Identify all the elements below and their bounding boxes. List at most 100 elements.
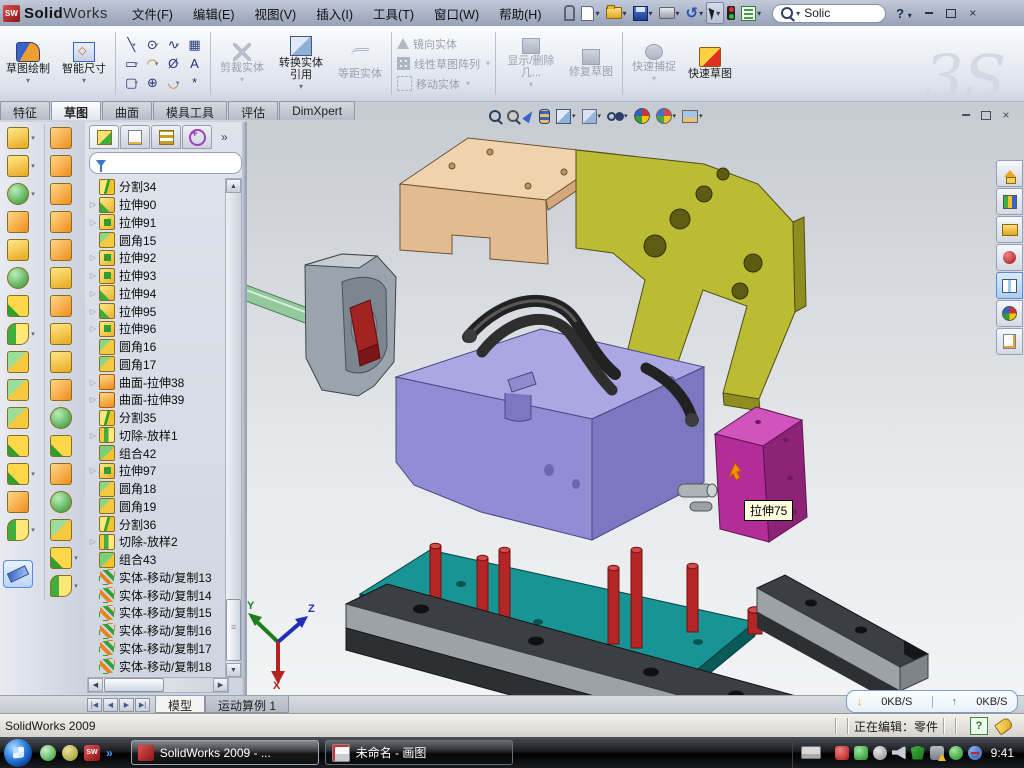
feature-tree-item[interactable]: ▷ 实体-移动/复制16 (87, 622, 227, 640)
network-warning-icon[interactable] (930, 746, 944, 760)
circle-tool-icon[interactable]: ⊙▾ (142, 35, 163, 54)
file-explorer-tab[interactable] (996, 216, 1023, 243)
restore-button[interactable] (941, 5, 961, 21)
scroll-left-icon[interactable]: ◀ (88, 678, 103, 692)
ribbon-tab[interactable]: 模具工具 (153, 101, 227, 120)
feature-tree-item[interactable]: ▷ 实体-移动/复制18 (87, 657, 227, 675)
surface-tool-button[interactable]: ▾ (50, 516, 78, 544)
zoom-area-icon[interactable] (504, 106, 522, 126)
surface-tool-button[interactable]: ▾ (50, 404, 78, 432)
section-view-icon[interactable] (536, 106, 553, 126)
options-icon[interactable]: ▾ (738, 3, 764, 23)
doc-minimize-button[interactable] (956, 107, 976, 123)
custom-properties-tab[interactable] (996, 328, 1023, 355)
feature-tree-item[interactable]: ▷ 拉伸97 (87, 462, 227, 480)
scene-icon[interactable]: ▾ (653, 106, 680, 126)
smart-dim-button[interactable]: 智能尺寸 ▾ (57, 28, 111, 99)
ribbon-tab[interactable]: DimXpert (279, 101, 355, 120)
convert-entities-button[interactable]: 转换实体引用 ▾ (271, 28, 331, 99)
menu-item[interactable]: 文件(F) (122, 1, 183, 26)
appearances-tab[interactable] (996, 300, 1023, 327)
feature-tree-item[interactable]: ▷ 曲面-拉伸39 (87, 391, 227, 409)
feature-tree-item[interactable]: ▷ 分割36 (87, 515, 227, 533)
next-tab-icon[interactable]: ▶ (119, 698, 134, 712)
scroll-down-icon[interactable]: ▼ (226, 663, 241, 677)
surface-tool-button[interactable]: ▾ (50, 180, 78, 208)
line-tool-icon[interactable]: ╲▾ (121, 35, 142, 54)
surface-tool-button[interactable]: ▾ (50, 544, 78, 572)
select-area-tool-icon[interactable]: ▦ (184, 35, 205, 54)
feature-tool-button[interactable]: ▾ (7, 236, 35, 264)
display-style-icon[interactable]: ▾ (579, 106, 605, 126)
resources-home-tab[interactable] (996, 160, 1023, 187)
messenger-icon[interactable] (40, 745, 56, 761)
expand-arrow-icon[interactable]: ▷ (87, 324, 99, 333)
surface-tool-button[interactable]: ▾ (50, 320, 78, 348)
doc-close-button[interactable]: × (996, 107, 1016, 123)
property-manager-tab[interactable] (120, 125, 150, 149)
surface-tool-button[interactable]: ▾ (50, 348, 78, 376)
menu-item[interactable]: 窗口(W) (424, 1, 489, 26)
expand-arrow-icon[interactable]: ▷ (87, 218, 99, 227)
feature-tree-item[interactable]: ▷ 切除-放样2 (87, 533, 227, 551)
model-tab[interactable]: 运动算例 1 (205, 696, 289, 713)
feature-tool-button[interactable]: ▾ (7, 376, 35, 404)
nozzle-assembly-part[interactable] (246, 254, 396, 396)
configuration-manager-tab[interactable] (151, 125, 181, 149)
first-tab-icon[interactable]: |◀ (87, 698, 102, 712)
surface-tool-button[interactable]: ▾ (50, 376, 78, 404)
tree-filter-input[interactable] (89, 152, 242, 174)
taskbar-task-button[interactable]: 未命名 - 画图 (325, 740, 513, 765)
menu-item[interactable]: 插入(I) (306, 1, 363, 26)
surface-tool-button[interactable]: ▾ (50, 152, 78, 180)
new-file-icon[interactable]: ▾ (578, 3, 602, 23)
surface-tool-button[interactable]: ▾ (50, 264, 78, 292)
feature-tool-button[interactable]: ▾ (7, 152, 35, 180)
ribbon-tab[interactable]: 曲面 (102, 101, 152, 120)
keyboard-layout-icon[interactable] (801, 746, 821, 759)
close-button[interactable]: × (963, 5, 983, 21)
feature-tree-item[interactable]: ▷ 实体-移动/复制17 (87, 640, 227, 658)
support-pin-part[interactable] (678, 484, 717, 511)
surface-tool-button[interactable]: ▾ (50, 292, 78, 320)
expand-arrow-icon[interactable]: ▷ (87, 271, 99, 280)
feature-tree-item[interactable]: ▷ 实体-移动/复制14 (87, 586, 227, 604)
expand-arrow-icon[interactable]: ▷ (87, 466, 99, 475)
design-library-tab[interactable] (996, 188, 1023, 215)
feature-tool-button[interactable]: ▾ (7, 320, 35, 348)
ellipse-tool-icon[interactable]: Ø▾ (163, 54, 184, 73)
feature-tree-item[interactable]: ▷ 实体-移动/复制13 (87, 569, 227, 587)
feature-tree-item[interactable]: ▷ 圆角17 (87, 356, 227, 374)
text-tool-icon[interactable]: A (184, 54, 205, 73)
doc-restore-button[interactable] (976, 107, 996, 123)
feature-tree-item[interactable]: ▷ 切除-放样1 (87, 427, 227, 445)
rapid-sketch-button[interactable]: 快速草图 (683, 28, 737, 99)
measure-button-pressed[interactable] (3, 560, 33, 588)
surface-tool-button[interactable]: ▾ (50, 208, 78, 236)
feature-tree-item[interactable]: ▷ 拉伸90 (87, 196, 227, 214)
feature-tree-item[interactable]: ▷ 组合42 (87, 444, 227, 462)
feature-tree-item[interactable]: ▷ 曲面-拉伸38 (87, 373, 227, 391)
feature-tool-button[interactable]: ▾ (7, 516, 35, 544)
slot-tool-icon[interactable]: ▢▾ (121, 73, 142, 92)
side-insert-block-part[interactable] (715, 407, 807, 542)
menu-item[interactable]: 编辑(E) (183, 1, 245, 26)
feature-tool-button[interactable]: ▾ (7, 488, 35, 516)
expand-arrow-icon[interactable]: ▷ (87, 395, 99, 404)
dimxpert-manager-tab[interactable] (182, 125, 212, 149)
expand-arrow-icon[interactable]: ▷ (87, 378, 99, 387)
feature-tree-item[interactable]: ▷ 拉伸91 (87, 214, 227, 232)
solidworks-shortcut-icon[interactable]: SW (84, 745, 100, 761)
ribbon-tab[interactable]: 评估 (228, 101, 278, 120)
scrollbar-thumb[interactable] (226, 599, 241, 661)
volume-icon[interactable] (892, 746, 906, 760)
fillet-tool-icon[interactable]: ◡▾ (163, 73, 184, 92)
tree-horizontal-scrollbar[interactable]: ◀ ▶ (87, 677, 229, 693)
feature-tree-item[interactable]: ▷ 圆角15 (87, 231, 227, 249)
undo-icon[interactable]: ↺▾ (683, 3, 707, 23)
feature-tool-button[interactable]: ▾ (7, 292, 35, 320)
view-settings-icon[interactable]: ▾ (679, 106, 706, 126)
expand-arrow-icon[interactable]: ▷ (87, 537, 99, 546)
taskbar-clock[interactable]: 9:41 (991, 746, 1014, 760)
surface-tool-button[interactable]: ▾ (50, 236, 78, 264)
